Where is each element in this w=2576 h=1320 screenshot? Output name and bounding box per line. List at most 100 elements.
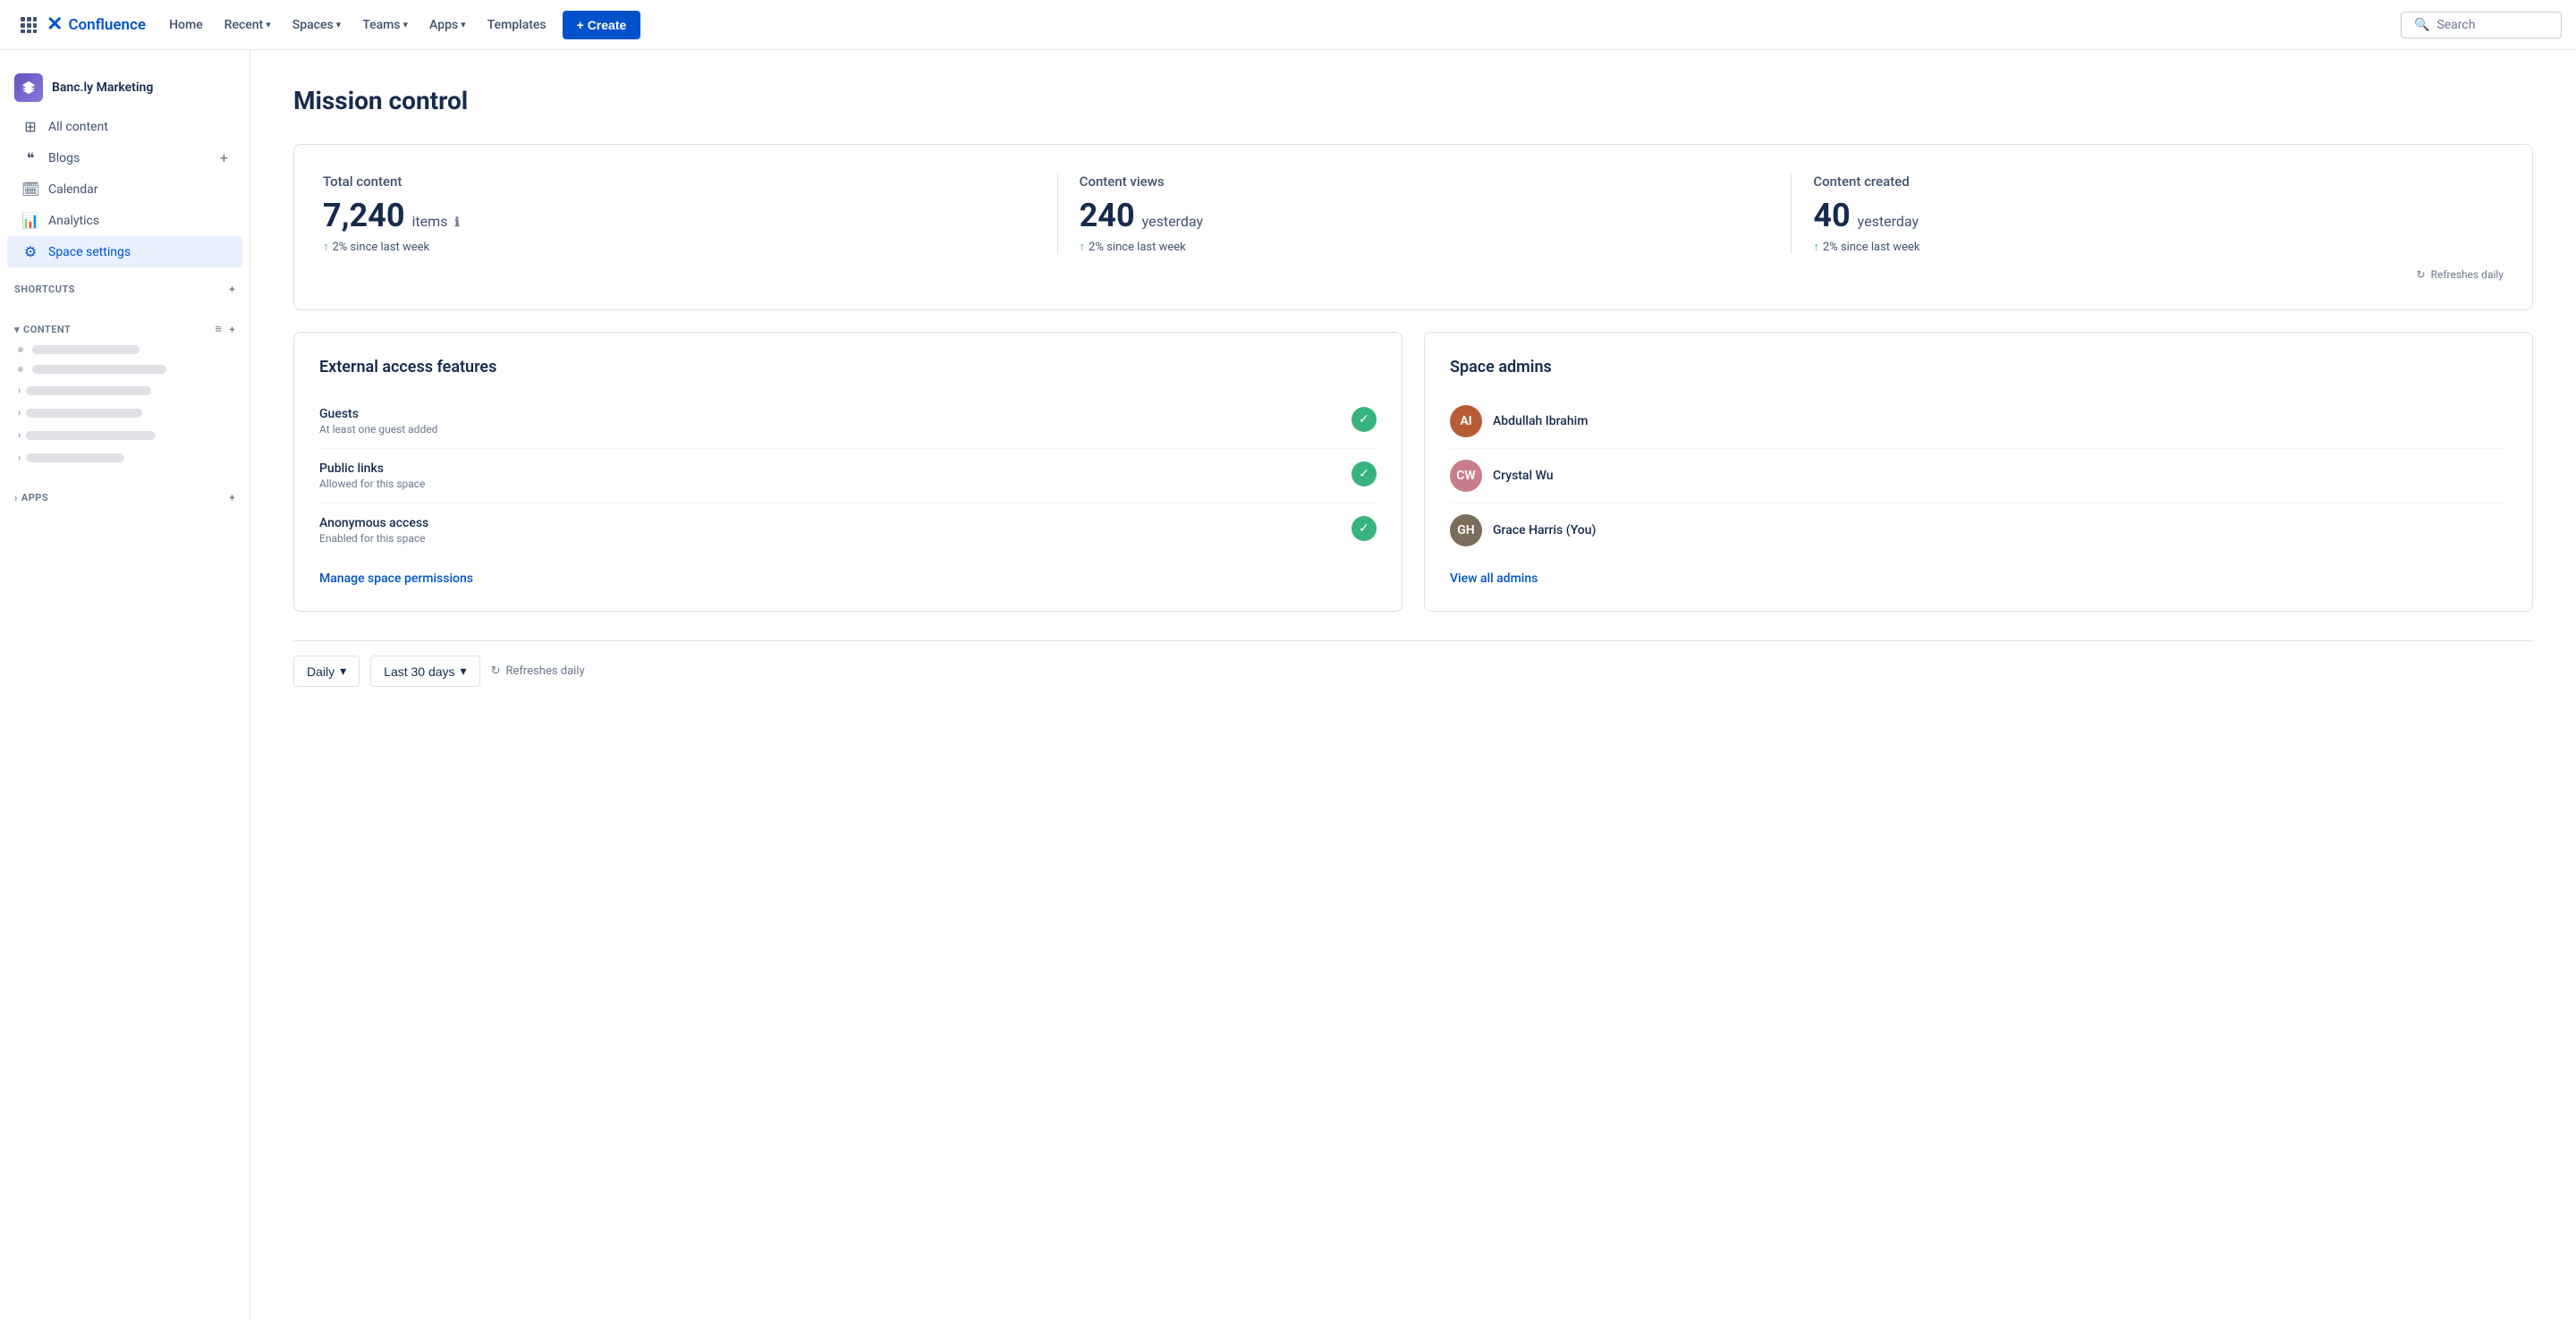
search-placeholder: Search [2436,18,2475,32]
teams-arrow-icon: ▾ [403,19,409,30]
sidebar-item-blogs[interactable]: ❝ Blogs + [7,142,242,173]
apps-label: APPS [21,492,230,503]
last-30-select[interactable]: Last 30 days ▾ [370,656,479,687]
content-section: ▾ CONTENT ≡ + [0,313,250,340]
apps-arrow-icon: ▾ [461,19,466,30]
up-arrow-icon: ↑ [1080,240,1086,254]
content-created-value: 40 yesterday [1813,197,2504,234]
admin-avatar-2: CW [1450,460,1482,492]
info-icon[interactable]: ℹ [454,216,459,230]
up-arrow-icon: ↑ [1813,240,1819,254]
anonymous-access-item: Anonymous access Enabled for this space … [319,503,1377,557]
content-bar-4 [26,409,142,418]
content-views-label: Content views [1080,173,1770,190]
analytics-icon: 📊 [21,212,39,229]
spaces-arrow-icon: ▾ [336,19,342,30]
admin-item-1: AI Abdullah Ibrahim [1450,394,2507,449]
filter-icon[interactable]: ≡ [215,322,222,336]
sidebar-item-analytics[interactable]: 📊 Analytics [7,205,242,236]
admin-name-3: Grace Harris (You) [1493,523,1596,537]
recent-label: Recent [225,18,264,32]
content-item-6[interactable]: › [0,446,250,469]
search-box[interactable]: 🔍 Search [2401,12,2562,38]
search-icon: 🔍 [2414,18,2429,32]
content-created-change: ↑ 2% since last week [1813,240,2504,254]
content-bar-6 [26,453,124,462]
chevron-right-icon: › [18,385,21,396]
all-content-label: All content [48,120,228,134]
total-content-label: Total content [323,173,1036,190]
guests-item: Guests At least one guest added ✓ [319,394,1377,449]
grid-menu-icon[interactable] [14,11,43,39]
add-shortcut-icon[interactable]: + [230,283,236,295]
add-app-icon[interactable]: + [230,492,236,503]
calendar-icon: 🗓 [21,181,39,198]
guests-check-icon: ✓ [1352,407,1377,432]
content-item-5[interactable]: › [0,424,250,446]
apps-nav[interactable]: Apps ▾ [420,13,475,38]
public-links-check-icon: ✓ [1352,461,1377,487]
anonymous-access-name: Anonymous access [319,516,428,530]
admin-avatar-3: GH [1450,514,1482,546]
content-created-stat: Content created 40 yesterday ↑ 2% since … [1791,173,2504,254]
content-bar-2 [32,365,166,374]
content-item-2[interactable] [0,360,250,379]
admin-name-1: Abdullah Ibrahim [1493,414,1588,428]
analytics-label: Analytics [48,214,228,228]
templates-nav[interactable]: Templates [479,13,555,38]
all-content-icon: ⊞ [21,118,39,135]
home-label: Home [169,18,203,32]
content-label: CONTENT [23,324,215,335]
space-name: Banc.ly Marketing [52,80,153,95]
blogs-icon: ❝ [21,149,39,166]
bottom-bar: Daily ▾ Last 30 days ▾ ↻ Refreshes daily [293,640,2533,701]
content-item-1[interactable] [0,340,250,360]
admin-name-2: Crystal Wu [1493,469,1554,483]
guests-name: Guests [319,407,437,421]
content-views-stat: Content views 240 yesterday ↑ 2% since l… [1057,173,1770,254]
total-content-value: 7,240 items ℹ [323,197,1036,234]
content-bar-5 [26,431,156,440]
refresh-icon: ↻ [491,664,501,678]
recent-arrow-icon: ▾ [266,19,271,30]
stats-card: Total content 7,240 items ℹ ↑ 2% since l… [293,144,2533,310]
shortcuts-section: SHORTCUTS + [0,275,250,299]
spaces-nav[interactable]: Spaces ▾ [284,13,350,38]
sidebar-space[interactable]: Banc.ly Marketing [0,64,250,111]
teams-label: Teams [362,18,400,32]
apps-label: Apps [429,18,458,32]
apps-chevron-icon[interactable]: › [14,492,18,503]
content-views-change: ↑ 2% since last week [1080,240,1770,254]
sidebar-item-space-settings[interactable]: ⚙ Space settings [7,236,242,267]
public-links-desc: Allowed for this space [319,478,425,490]
sidebar-item-calendar[interactable]: 🗓 Calendar [7,173,242,205]
sidebar-item-all-content[interactable]: ⊞ All content [7,111,242,142]
blogs-label: Blogs [48,151,211,165]
add-content-icon[interactable]: + [230,324,236,335]
create-button[interactable]: + Create [563,11,641,39]
up-arrow-icon: ↑ [323,240,329,254]
content-item-3[interactable]: › [0,379,250,402]
content-item-4[interactable]: › [0,402,250,424]
recent-nav[interactable]: Recent ▾ [216,13,280,38]
confluence-logo[interactable]: ✕ Confluence [47,13,146,36]
space-icon [14,73,43,102]
public-links-name: Public links [319,461,425,476]
spaces-label: Spaces [292,18,334,32]
external-access-card: External access features Guests At least… [293,332,1402,612]
bullet-icon [18,347,23,352]
teams-nav[interactable]: Teams ▾ [353,13,417,38]
home-nav[interactable]: Home [160,13,212,38]
bullet-icon [18,367,23,372]
space-admins-title: Space admins [1450,358,2507,377]
calendar-label: Calendar [48,182,228,197]
refresh-note: ↻ Refreshes daily [323,268,2504,281]
avatar-img-2: CW [1450,460,1482,492]
anonymous-access-desc: Enabled for this space [319,532,428,545]
daily-select[interactable]: Daily ▾ [293,656,360,687]
view-all-admins-link[interactable]: View all admins [1450,571,1538,586]
manage-permissions-link[interactable]: Manage space permissions [319,571,473,586]
add-blog-icon[interactable]: + [220,149,228,166]
content-chevron-icon[interactable]: ▾ [14,324,20,335]
guests-desc: At least one guest added [319,423,437,436]
